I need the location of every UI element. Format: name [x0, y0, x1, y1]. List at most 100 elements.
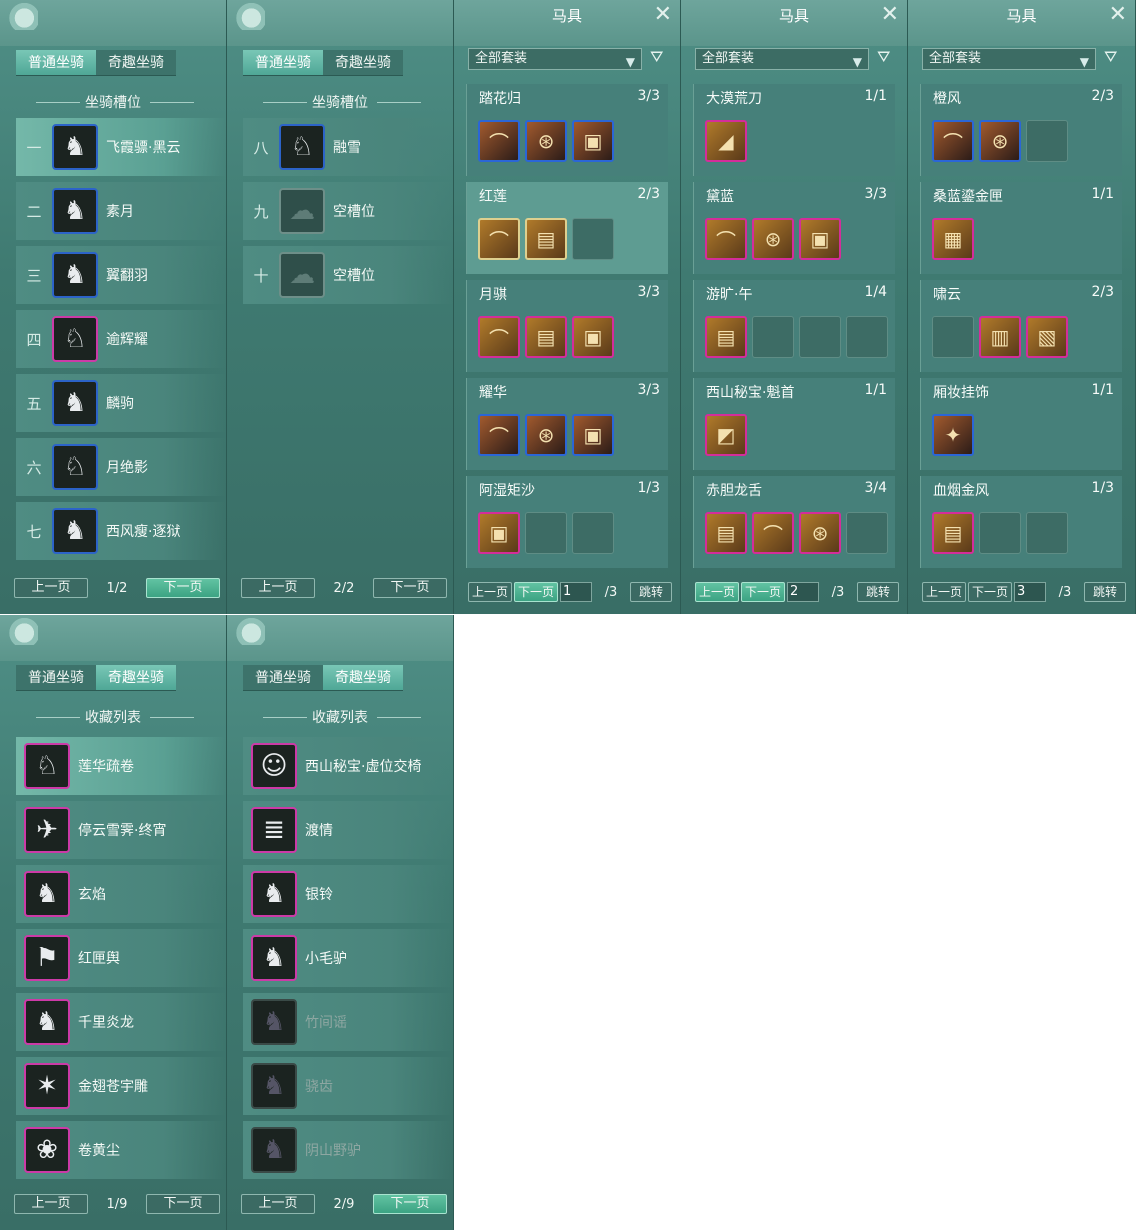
set-filter-select[interactable]: 全部套装 ▼: [922, 48, 1096, 70]
mount-slot-row[interactable]: 四 ♘ 逾辉耀: [16, 310, 226, 368]
close-icon[interactable]: ✕: [881, 2, 899, 27]
bridle-icon[interactable]: ⊛: [799, 512, 841, 554]
gear-set-card[interactable]: 黛蓝 3/3 ⌒ ⊛ ▣: [693, 182, 895, 274]
gear-set-card[interactable]: 游旷·午 1/4 ▤: [693, 280, 895, 372]
next-page-button[interactable]: 下一页: [968, 582, 1012, 602]
saddle-bag-icon[interactable]: ▤: [525, 316, 567, 358]
gear-set-card[interactable]: 大漠荒刀 1/1 ◢: [693, 84, 895, 176]
gear-set-card[interactable]: 耀华 3/3 ⌒ ⊛ ▣: [466, 378, 668, 470]
prev-page-button[interactable]: 上一页: [922, 582, 966, 602]
stirrup-icon[interactable]: ▣: [572, 414, 614, 456]
armor-icon[interactable]: ▧: [1026, 316, 1068, 358]
page-number-input[interactable]: 3: [1014, 582, 1046, 602]
tab-fun-mounts[interactable]: 奇趣坐骑: [323, 50, 403, 76]
gear-set-card[interactable]: 阿湿矩沙 1/3 ▣: [466, 476, 668, 568]
saddle-icon[interactable]: ⌒: [478, 316, 520, 358]
tab-normal-mounts[interactable]: 普通坐骑: [16, 665, 96, 691]
prev-page-button[interactable]: 上一页: [14, 578, 88, 598]
mount-slot-row[interactable]: 八 ♘ 融雪: [243, 118, 453, 176]
tab-normal-mounts[interactable]: 普通坐骑: [243, 665, 323, 691]
saddle-icon[interactable]: ⌒: [752, 512, 794, 554]
saddle-bag-icon[interactable]: ▤: [705, 512, 747, 554]
jump-button[interactable]: 跳转: [1084, 582, 1126, 602]
bridle-icon[interactable]: ⊛: [525, 414, 567, 456]
next-page-button[interactable]: 下一页: [146, 1194, 220, 1214]
saddle-icon[interactable]: ⌒: [478, 218, 520, 260]
gear-set-card[interactable]: 桑蓝鎏金匣 1/1 ▦: [920, 182, 1122, 274]
collection-row[interactable]: ♞ 小毛驴: [243, 929, 453, 987]
collection-row[interactable]: ♘ 莲华疏卷: [16, 737, 226, 795]
collection-row[interactable]: ♞ 骁齿: [243, 1057, 453, 1115]
gear-set-card[interactable]: 月骐 3/3 ⌒ ▤ ▣: [466, 280, 668, 372]
tab-normal-mounts[interactable]: 普通坐骑: [16, 50, 96, 76]
saddle-bag-icon[interactable]: ▤: [525, 218, 567, 260]
page-number-input[interactable]: 2: [787, 582, 819, 602]
treasure-box-icon[interactable]: ▦: [932, 218, 974, 260]
banner-icon[interactable]: ◩: [705, 414, 747, 456]
collection-row[interactable]: ✶ 金翅苍宇雕: [16, 1057, 226, 1115]
mount-slot-row[interactable]: 十 ☁ 空槽位: [243, 246, 453, 304]
mount-slot-row[interactable]: 七 ♞ 西风瘦·逐狱: [16, 502, 226, 560]
gear-set-card[interactable]: 厢妆挂饰 1/1 ✦: [920, 378, 1122, 470]
next-page-button[interactable]: 下一页: [146, 578, 220, 598]
filter-icon[interactable]: ⛛: [650, 47, 663, 67]
close-icon[interactable]: ✕: [654, 2, 672, 27]
saddle-icon[interactable]: ⌒: [478, 120, 520, 162]
stirrup-icon[interactable]: ▣: [799, 218, 841, 260]
collection-row[interactable]: ♞ 千里炎龙: [16, 993, 226, 1051]
tab-fun-mounts[interactable]: 奇趣坐骑: [323, 665, 403, 691]
stirrup-icon[interactable]: ▣: [572, 316, 614, 358]
ornament-icon[interactable]: ✦: [932, 414, 974, 456]
collection-row[interactable]: ❀ 卷黄尘: [16, 1121, 226, 1179]
filter-icon[interactable]: ⛛: [877, 47, 890, 67]
saddle-icon[interactable]: ⌒: [932, 120, 974, 162]
jump-button[interactable]: 跳转: [630, 582, 672, 602]
prev-page-button[interactable]: 上一页: [241, 1194, 315, 1214]
stirrup-icon[interactable]: ▣: [572, 120, 614, 162]
gear-set-card[interactable]: 啸云 2/3 ▥ ▧: [920, 280, 1122, 372]
next-page-button[interactable]: 下一页: [514, 582, 558, 602]
mount-slot-row[interactable]: 二 ♞ 素月: [16, 182, 226, 240]
collection-row[interactable]: ♞ 玄焰: [16, 865, 226, 923]
saddle-icon[interactable]: ⌒: [705, 218, 747, 260]
gear-set-card[interactable]: 红莲 2/3 ⌒ ▤: [466, 182, 668, 274]
collection-row[interactable]: ≣ 渡情: [243, 801, 453, 859]
tab-normal-mounts[interactable]: 普通坐骑: [243, 50, 323, 76]
prev-page-button[interactable]: 上一页: [14, 1194, 88, 1214]
collection-row[interactable]: ♞ 竹间谣: [243, 993, 453, 1051]
prev-page-button[interactable]: 上一页: [695, 582, 739, 602]
collection-row[interactable]: ⚑ 红匣舆: [16, 929, 226, 987]
armor-icon[interactable]: ▥: [979, 316, 1021, 358]
gear-set-card[interactable]: 赤胆龙舌 3/4 ▤ ⌒ ⊛: [693, 476, 895, 568]
bridle-icon[interactable]: ⊛: [979, 120, 1021, 162]
set-filter-select[interactable]: 全部套装 ▼: [695, 48, 869, 70]
tab-fun-mounts[interactable]: 奇趣坐骑: [96, 50, 176, 76]
mount-slot-row[interactable]: 五 ♞ 麟驹: [16, 374, 226, 432]
gear-set-card[interactable]: 血烟金风 1/3 ▤: [920, 476, 1122, 568]
gear-set-card[interactable]: 橙风 2/3 ⌒ ⊛: [920, 84, 1122, 176]
collection-row[interactable]: ✈ 停云雪霁·终宵: [16, 801, 226, 859]
saddle-bag-icon[interactable]: ▤: [705, 316, 747, 358]
next-page-button[interactable]: 下一页: [373, 1194, 447, 1214]
blade-ornament-icon[interactable]: ◢: [705, 120, 747, 162]
mount-slot-row[interactable]: 一 ♞ 飞霞骠·黑云: [16, 118, 226, 176]
collection-row[interactable]: ♞ 银铃: [243, 865, 453, 923]
next-page-button[interactable]: 下一页: [741, 582, 785, 602]
page-number-input[interactable]: 1: [560, 582, 592, 602]
stirrup-icon[interactable]: ▣: [478, 512, 520, 554]
tab-fun-mounts[interactable]: 奇趣坐骑: [96, 665, 176, 691]
filter-icon[interactable]: ⛛: [1104, 47, 1117, 67]
collection-row[interactable]: ♞ 阴山野驴: [243, 1121, 453, 1179]
mount-slot-row[interactable]: 六 ♘ 月绝影: [16, 438, 226, 496]
next-page-button[interactable]: 下一页: [373, 578, 447, 598]
prev-page-button[interactable]: 上一页: [241, 578, 315, 598]
gear-set-card[interactable]: 踏花归 3/3 ⌒ ⊛ ▣: [466, 84, 668, 176]
mount-slot-row[interactable]: 三 ♞ 翼翻羽: [16, 246, 226, 304]
saddle-bag-icon[interactable]: ▤: [932, 512, 974, 554]
saddle-icon[interactable]: ⌒: [478, 414, 520, 456]
gear-set-card[interactable]: 西山秘宝·魁首 1/1 ◩: [693, 378, 895, 470]
bridle-icon[interactable]: ⊛: [752, 218, 794, 260]
mount-slot-row[interactable]: 九 ☁ 空槽位: [243, 182, 453, 240]
close-icon[interactable]: ✕: [1109, 2, 1127, 27]
collection-row[interactable]: ☺ 西山秘宝·虚位交椅: [243, 737, 453, 795]
